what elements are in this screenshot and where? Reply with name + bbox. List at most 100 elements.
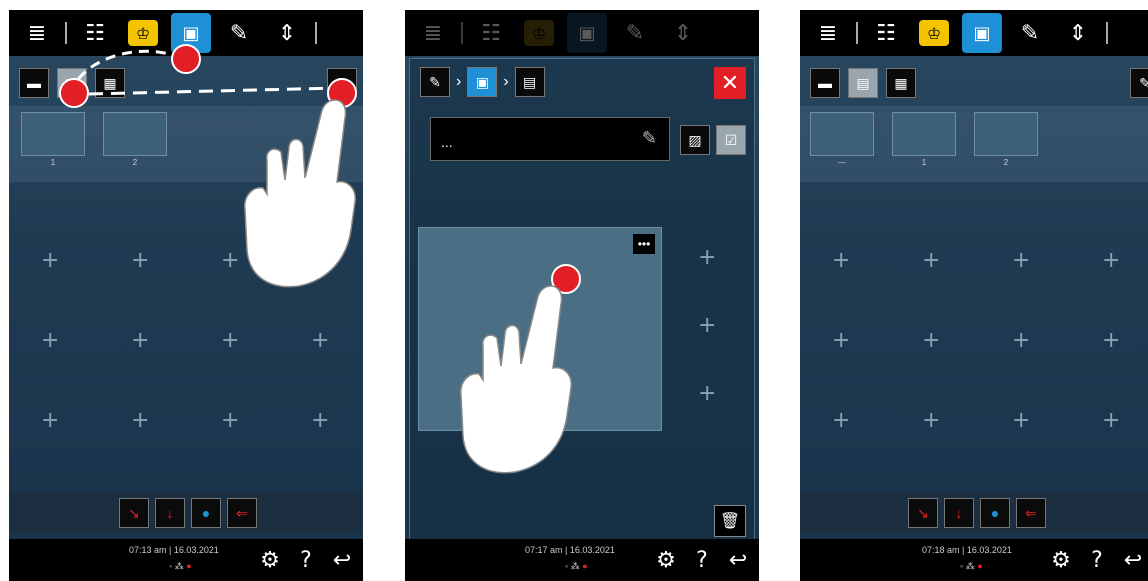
add-tile-icon[interactable]: +	[698, 381, 716, 406]
add-tile-icon[interactable]: +	[41, 408, 59, 433]
template-2[interactable]	[974, 112, 1038, 156]
add-tile-icon[interactable]: +	[832, 248, 850, 273]
add-tile-icon[interactable]: +	[922, 408, 940, 433]
add-tile-icon[interactable]: +	[311, 328, 329, 353]
add-tile-icon[interactable]: +	[311, 408, 329, 433]
chef-hat-icon: ♔	[919, 20, 949, 46]
transfer-icon[interactable]: ⇕	[1058, 15, 1098, 51]
load-icon[interactable]: ↓	[155, 498, 185, 528]
add-tile-icon[interactable]: +	[41, 248, 59, 273]
single-tile-button[interactable]: ▬	[810, 68, 840, 98]
settings-icon[interactable]: ⚙	[649, 543, 683, 577]
date-value: 16.03.2021	[569, 545, 615, 555]
add-tile-icon[interactable]: +	[221, 248, 239, 273]
water-drop-icon[interactable]: ●	[980, 498, 1010, 528]
image-icon[interactable]: ▨	[680, 125, 710, 155]
layout-icon[interactable]: ▣	[467, 67, 498, 97]
add-tile-icon[interactable]: +	[1012, 408, 1030, 433]
clock: 07:18 am | 16.03.2021	[922, 545, 1012, 555]
import-icon[interactable]: ↘	[119, 498, 149, 528]
status-bar: 07:18 am | 16.03.2021 ◦ ⁂ ● ⚙ ? ↩	[800, 539, 1148, 581]
date-value: 16.03.2021	[966, 545, 1012, 555]
layout-icon: ▣	[567, 13, 607, 53]
action-bar: ↘ ↓ ● ⇐	[9, 493, 363, 533]
layout-icon: ▣	[962, 13, 1002, 53]
back-icon[interactable]: ↩	[1116, 543, 1148, 577]
water-drop-icon[interactable]: ●	[191, 498, 221, 528]
edit-icon[interactable]: ✎	[1010, 15, 1050, 51]
date-value: 16.03.2021	[173, 545, 219, 555]
top-toolbar: ≣ ☷ ♔ ▣ ✎ ⇕	[405, 10, 759, 56]
add-tile-icon[interactable]: +	[1012, 248, 1030, 273]
tile-grid: + + + + + + + + + + + +	[800, 220, 1148, 460]
settings-icon[interactable]: ⚙	[1044, 543, 1078, 577]
layout-button[interactable]: ▣	[962, 13, 1002, 53]
load-icon[interactable]: ↓	[944, 498, 974, 528]
screen-1: ≣ ☷ ♔ ▣ ✎ ⇕ ▬ ▤ ▦ ✎ 1 2 + + + + + + + + …	[9, 10, 363, 581]
export-icon[interactable]: ⇐	[227, 498, 257, 528]
edit-icon: ✎	[625, 20, 645, 46]
template-label: 2	[1003, 158, 1009, 167]
filter-icon[interactable]: ☷	[866, 15, 906, 51]
tile-name-input[interactable]: ... ✎	[430, 117, 670, 161]
settings-icon[interactable]: ⚙	[253, 543, 287, 577]
filter-icon: ☷	[481, 20, 501, 46]
quad-tile-button[interactable]: ▦	[886, 68, 916, 98]
screen-3: ≣ ☷ ♔ ▣ ✎ ⇕ ▬ ▤ ▦ ✎ — 1 2 + + + + + + + …	[800, 10, 1148, 581]
divider	[1106, 22, 1108, 44]
pencil-icon: ✎	[641, 128, 657, 148]
divider	[461, 22, 463, 44]
chef-hat-button[interactable]: ♔	[914, 15, 954, 51]
edit-icon[interactable]: ✎	[420, 67, 450, 97]
help-icon[interactable]: ?	[1080, 543, 1114, 577]
back-icon[interactable]: ↩	[721, 543, 755, 577]
add-tile-icon[interactable]: +	[698, 245, 716, 270]
tile-icon[interactable]: ▤	[514, 67, 545, 97]
edit-mode-button[interactable]: ✎	[1130, 68, 1148, 98]
time-value: 07:13 am	[129, 545, 167, 555]
menu-icon: ≣	[423, 20, 443, 46]
clock: 07:13 am | 16.03.2021	[129, 545, 219, 555]
help-icon[interactable]: ?	[289, 543, 323, 577]
add-tile-icon[interactable]: +	[1102, 248, 1120, 273]
more-icon[interactable]: •••	[633, 234, 655, 254]
tile-size-row: ▬ ▤ ▦ ✎	[800, 62, 1148, 102]
screen-2: ≣ ☷ ♔ ▣ ✎ ⇕ ✎ › ▣ › ▤ ✕ ... ✎ ▨ ☑ ••• + …	[405, 10, 759, 581]
add-tile-icon[interactable]: +	[41, 328, 59, 353]
back-icon[interactable]: ↩	[325, 543, 359, 577]
add-tile-icon[interactable]: +	[1102, 328, 1120, 353]
add-tile-icon[interactable]: +	[131, 408, 149, 433]
help-icon[interactable]: ?	[685, 543, 719, 577]
close-button[interactable]: ✕	[714, 67, 746, 99]
add-tile-icon[interactable]: +	[832, 408, 850, 433]
add-tile-icon[interactable]: +	[131, 248, 149, 273]
add-tile-icon[interactable]: +	[1102, 408, 1120, 433]
pointing-hand-icon	[244, 99, 356, 288]
add-tile-icon[interactable]: +	[832, 328, 850, 353]
add-tile-icon[interactable]: +	[221, 408, 239, 433]
double-tile-button[interactable]: ▤	[848, 68, 878, 98]
add-tile-icon[interactable]: +	[221, 328, 239, 353]
add-tile-icon[interactable]: +	[922, 248, 940, 273]
clock: 07:17 am | 16.03.2021	[525, 545, 615, 555]
template-1[interactable]	[892, 112, 956, 156]
touch-point	[171, 44, 201, 74]
layout-button: ▣	[567, 13, 607, 53]
export-icon[interactable]: ⇐	[1016, 498, 1046, 528]
template-strip: — 1 2	[800, 106, 1148, 182]
chef-hat-icon: ♔	[524, 20, 554, 46]
template-label: 2	[132, 158, 138, 167]
trash-icon[interactable]: 🗑	[714, 505, 746, 537]
status-bar: 07:17 am | 16.03.2021 ◦ ⁂ ● ⚙ ? ↩	[405, 539, 759, 581]
confirm-icon[interactable]: ☑	[716, 125, 746, 155]
transfer-icon: ⇕	[673, 20, 693, 46]
template-new[interactable]	[810, 112, 874, 156]
import-icon[interactable]: ↘	[908, 498, 938, 528]
chevron-right-icon: ›	[503, 73, 509, 90]
add-tile-icon[interactable]: +	[131, 328, 149, 353]
menu-icon[interactable]: ≣	[808, 15, 848, 51]
add-tile-icon[interactable]: +	[698, 313, 716, 338]
add-tile-icon[interactable]: +	[1012, 328, 1030, 353]
add-tile-icon[interactable]: +	[922, 328, 940, 353]
status-indicators: ◦ ⁂ ●	[960, 561, 983, 571]
